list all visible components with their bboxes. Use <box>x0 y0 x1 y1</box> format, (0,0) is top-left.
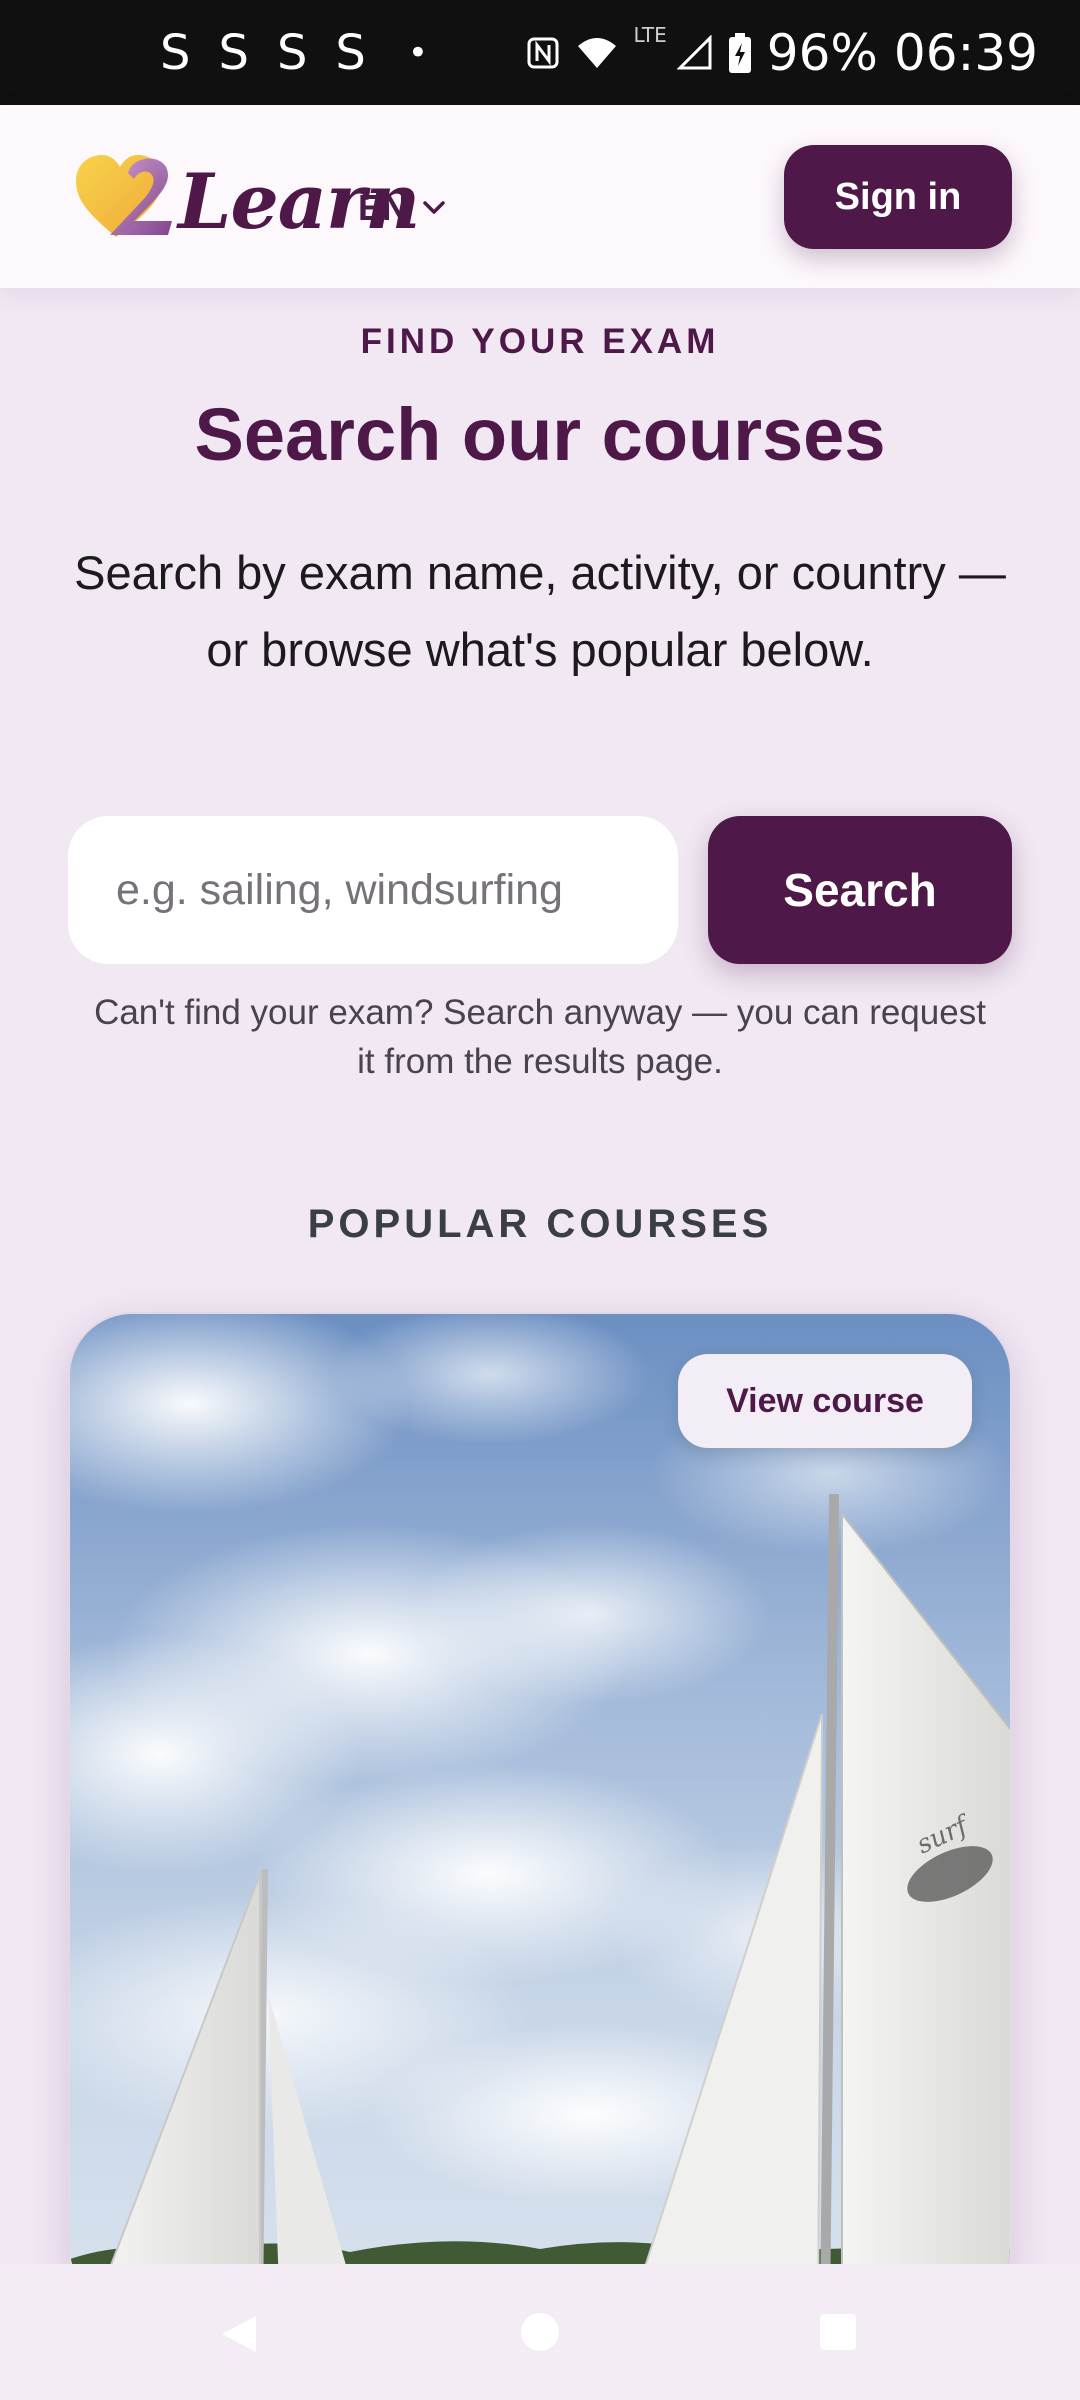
chevron-down-icon <box>423 201 445 214</box>
battery-level: 96% <box>766 23 878 82</box>
notification-icon: S <box>160 24 193 81</box>
more-notifications-dot: • <box>407 32 430 73</box>
wifi-icon <box>576 36 618 70</box>
recents-icon[interactable] <box>818 2312 858 2357</box>
app-header: Learn EN Sign in <box>0 105 1080 288</box>
course-card[interactable]: surf View course <box>68 1312 1012 2312</box>
back-icon[interactable] <box>216 2312 260 2361</box>
page-subtitle: Search by exam name, activity, or countr… <box>74 546 1006 676</box>
page-title: Search our courses <box>194 393 886 476</box>
system-nav-bar <box>0 2264 1080 2400</box>
sign-in-button[interactable]: Sign in <box>784 145 1012 249</box>
eyebrow-label: FIND YOUR EXAM <box>360 322 720 361</box>
course-image: surf <box>70 1314 1010 2310</box>
notification-icon: S <box>335 24 368 81</box>
heart-logo-icon <box>76 155 172 237</box>
language-label: EN <box>358 187 409 228</box>
notification-icons: S S S S • <box>160 0 430 105</box>
home-icon[interactable] <box>520 2312 560 2357</box>
search-input[interactable] <box>68 816 678 964</box>
search-hint: Can't find your exam? Search anyway — yo… <box>94 993 986 1081</box>
view-course-button[interactable]: View course <box>678 1354 972 1448</box>
notification-icon: S <box>218 24 251 81</box>
clock: 06:39 <box>893 23 1038 82</box>
popular-courses-heading: POPULAR COURSES <box>307 1202 773 1246</box>
signal-icon <box>676 34 713 71</box>
logo[interactable]: Learn <box>76 151 420 251</box>
nfc-icon <box>526 36 560 70</box>
status-bar: S S S S • LTE 96% 06:39 <box>0 0 1080 105</box>
network-type: LTE <box>633 22 667 47</box>
notification-icon: S <box>276 24 310 81</box>
battery-icon <box>728 32 751 73</box>
system-icons: LTE 96% 06:39 <box>526 0 1038 105</box>
language-selector[interactable]: EN <box>358 187 446 229</box>
search-button[interactable]: Search <box>708 816 1012 964</box>
